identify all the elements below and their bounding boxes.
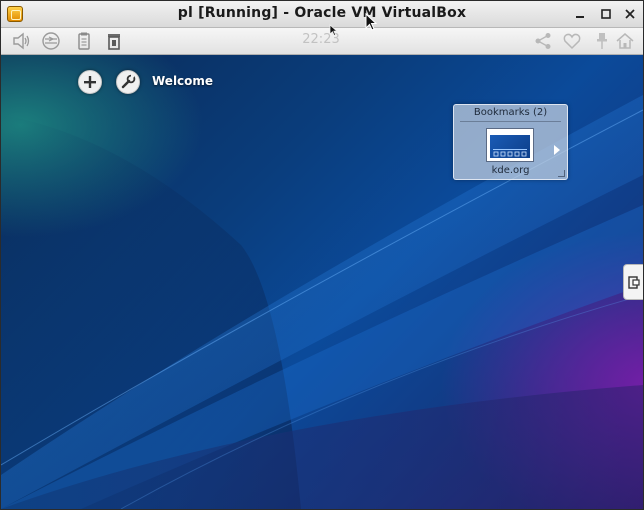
- arrow-right-icon[interactable]: [554, 145, 560, 155]
- kde-page-preview: [490, 135, 530, 158]
- bookmarks-divider: [460, 121, 561, 122]
- home-icon[interactable]: [615, 31, 635, 51]
- add-widgets-button[interactable]: [78, 70, 102, 94]
- clipboard-icon[interactable]: [74, 31, 94, 51]
- plus-icon: [84, 76, 96, 88]
- guest-pointer-icon: [329, 24, 339, 37]
- minimize-button[interactable]: [573, 7, 587, 21]
- activity-name: Welcome: [152, 74, 214, 88]
- close-icon: [625, 9, 635, 19]
- desktop-toolbox-tab[interactable]: [623, 264, 643, 300]
- desktop[interactable]: Welcome Bookmarks (2) kde.org: [1, 55, 643, 509]
- network-icon[interactable]: [41, 31, 61, 51]
- close-button[interactable]: [623, 7, 637, 21]
- maximize-icon: [601, 9, 611, 19]
- clock[interactable]: 22:23: [291, 32, 351, 47]
- kde-top-panel: 22:23: [1, 28, 643, 55]
- bookmark-label[interactable]: kde.org: [454, 165, 567, 176]
- title-bar[interactable]: pl [Running] - Oracle VM VirtualBox: [1, 1, 643, 28]
- minimize-icon: [576, 16, 584, 18]
- window-title: pl [Running] - Oracle VM VirtualBox: [177, 5, 467, 21]
- bookmarks-widget[interactable]: Bookmarks (2) kde.org: [453, 104, 568, 180]
- panel-toggle-icon: [628, 276, 640, 289]
- trash-icon[interactable]: [104, 31, 124, 51]
- mouse-pointer-icon: [365, 13, 378, 31]
- virtualbox-window: pl [Running] - Oracle VM VirtualBox 22:2…: [0, 0, 644, 510]
- configure-activity-button[interactable]: [116, 70, 140, 94]
- heart-icon[interactable]: [562, 31, 582, 51]
- bookmark-thumbnail[interactable]: [486, 128, 534, 162]
- speaker-icon[interactable]: [11, 31, 31, 51]
- pin-icon[interactable]: [592, 31, 612, 51]
- share-icon[interactable]: [533, 31, 553, 51]
- maximize-button[interactable]: [599, 7, 613, 21]
- resize-grip-icon[interactable]: [558, 170, 565, 177]
- wrench-icon: [121, 74, 136, 89]
- bookmarks-title: Bookmarks (2): [473, 107, 548, 118]
